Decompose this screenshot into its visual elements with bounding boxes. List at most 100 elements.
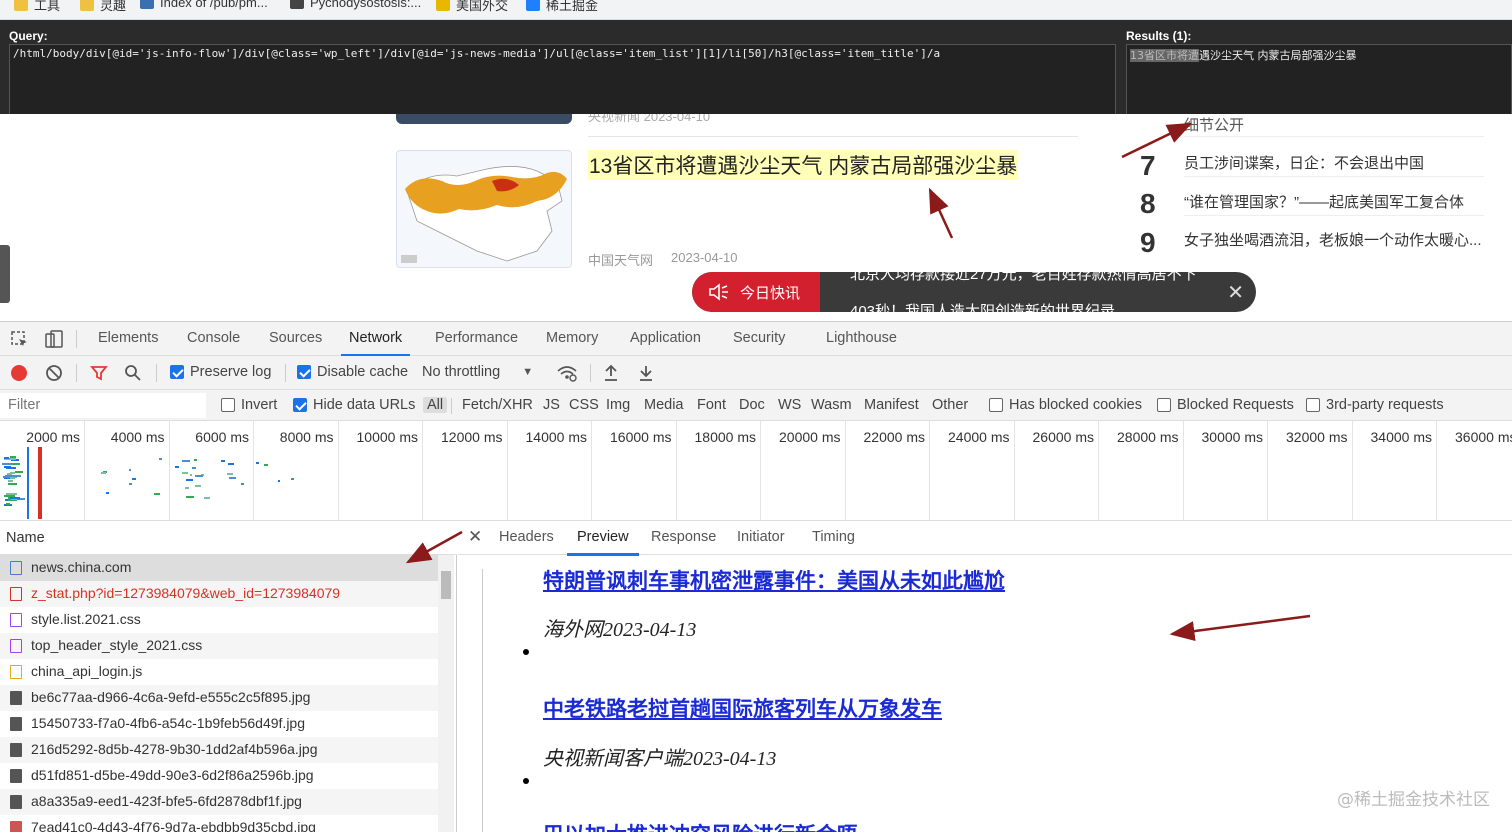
request-row[interactable]: china_api_login.js	[0, 659, 438, 685]
timeline-tick-label: 34000 ms	[1370, 429, 1432, 445]
checkbox-checked	[170, 365, 184, 379]
flash-headline-2[interactable]: 403秒！我国人造太阳创造新的世界纪录	[850, 300, 1115, 312]
hide-data-urls-checkbox[interactable]: Hide data URLs	[293, 397, 415, 413]
list-bullet	[523, 778, 529, 784]
bookmark-us-diplomacy[interactable]: 美国外交	[436, 0, 508, 14]
request-row[interactable]: top_header_style_2021.css	[0, 633, 438, 659]
export-har-icon[interactable]	[638, 364, 654, 382]
tab-elements[interactable]: Elements	[98, 330, 158, 346]
img-file-icon	[10, 691, 22, 705]
tab-network[interactable]: Network	[340, 330, 411, 356]
tab-application[interactable]: Application	[630, 330, 701, 346]
tab-memory[interactable]: Memory	[546, 330, 598, 346]
request-name: 15450733-f7a0-4fb6-a54c-1b9feb56d49f.jpg	[31, 715, 306, 731]
disable-cache-checkbox[interactable]: Disable cache	[297, 364, 408, 380]
type-filter-js[interactable]: JS	[543, 397, 560, 413]
close-icon[interactable]: ✕	[1227, 280, 1244, 305]
tab-initiator[interactable]: Initiator	[737, 529, 785, 545]
close-icon[interactable]: ✕	[468, 527, 482, 547]
search-icon[interactable]	[124, 364, 142, 382]
request-row[interactable]: 7ead41c0-4d43-4f76-9d7a-ebdbb9d35cbd.jpg	[0, 815, 438, 832]
import-har-icon[interactable]	[603, 364, 619, 382]
type-filter-all[interactable]: All	[423, 397, 448, 413]
preview-link-2[interactable]: 中老铁路老挝首趟国际旅客列车从万象发车	[543, 693, 942, 723]
request-row[interactable]: a8a335a9-eed1-423f-bfe5-6fd2878dbf1f.jpg	[0, 789, 438, 815]
tab-console[interactable]: Console	[187, 330, 240, 346]
img-file-icon	[10, 769, 22, 783]
ranking-item-7[interactable]: 员工涉间谍案，日企：不会退出中国	[1184, 152, 1424, 173]
type-filter-media[interactable]: Media	[644, 397, 684, 413]
request-row[interactable]: news.china.com	[0, 555, 438, 581]
ranking-item-6-tail[interactable]: 细节公开	[1184, 114, 1244, 135]
type-filter-other[interactable]: Other	[932, 397, 968, 413]
ranking-number: 7	[1140, 150, 1156, 181]
news-flash-bar[interactable]: 今日快讯 北京人均存款接近27万元，老百姓存款热情高居不下 403秒！我国人造太…	[692, 272, 1256, 312]
preserve-log-checkbox[interactable]: Preserve log	[170, 364, 271, 380]
checkbox-checked	[293, 398, 307, 412]
preview-source-1: 海外网2023-04-13	[543, 619, 697, 641]
type-filter-wasm[interactable]: Wasm	[811, 397, 852, 413]
waterfall-bar	[11, 498, 18, 501]
type-filter-font[interactable]: Font	[697, 397, 726, 413]
clear-icon[interactable]	[45, 364, 63, 382]
results-box[interactable]: 13省区市将遭遇沙尘天气 内蒙古局部强沙尘暴	[1126, 44, 1512, 124]
tab-preview[interactable]: Preview	[567, 529, 639, 556]
bookmark-juejin[interactable]: 稀土掘金	[526, 0, 598, 14]
type-filter-manifest[interactable]: Manifest	[864, 397, 919, 413]
filter-input[interactable]: Filter	[0, 393, 206, 418]
flash-headline-1[interactable]: 北京人均存款接近27万元，老百姓存款热情高居不下	[850, 272, 1197, 284]
bookmark-tools[interactable]: 工具	[14, 0, 60, 14]
query-input[interactable]: /html/body/div[@id='js-info-flow']/div[@…	[9, 44, 1116, 124]
request-row[interactable]: z_stat.php?id=1273984079&web_id=12739840…	[0, 581, 438, 607]
result-text: 遇沙尘天气 内蒙古局部强沙尘暴	[1199, 49, 1357, 62]
bookmark-lingqu[interactable]: 灵趣	[80, 0, 126, 14]
request-row[interactable]: 216d5292-8d5b-4278-9b30-1dd2af4b596a.jpg	[0, 737, 438, 763]
type-filter-fetch-xhr[interactable]: Fetch/XHR	[462, 397, 533, 413]
preview-link-1[interactable]: 特朗普讽刺车事机密泄露事件：美国从未如此尴尬	[543, 569, 1005, 595]
waterfall-bar	[226, 472, 234, 475]
request-list-scrollbar[interactable]	[438, 555, 454, 832]
waterfall-bar	[129, 469, 132, 472]
bookmark-pycnodysostosis[interactable]: Pycnodysostosis:...	[290, 0, 421, 10]
has-blocked-cookies-checkbox[interactable]: Has blocked cookies	[989, 397, 1142, 413]
request-row[interactable]: 15450733-f7a0-4fb6-a54c-1b9feb56d49f.jpg	[0, 711, 438, 737]
name-column-header[interactable]: Name	[0, 521, 457, 555]
type-filter-ws[interactable]: WS	[778, 397, 801, 413]
tab-performance[interactable]: Performance	[435, 330, 518, 346]
tab-sources[interactable]: Sources	[269, 330, 322, 346]
tab-security[interactable]: Security	[733, 330, 785, 346]
type-filter-img[interactable]: Img	[606, 397, 630, 413]
ranking-item-8[interactable]: “谁在管理国家？”——起底美国军工复合体	[1184, 191, 1464, 212]
request-row[interactable]: d51fd851-d5be-49dd-90e3-6d2f86a2596b.jpg	[0, 763, 438, 789]
article-thumbnail-map[interactable]	[396, 150, 572, 268]
preview-link-3[interactable]: 巴以加大推进冲突风险进行新会晤	[543, 819, 858, 832]
record-icon[interactable]	[11, 365, 27, 381]
filter-icon[interactable]	[90, 364, 108, 382]
previous-article-thumbnail[interactable]	[396, 114, 572, 124]
tab-lighthouse[interactable]: Lighthouse	[826, 330, 897, 346]
invert-checkbox[interactable]: Invert	[221, 397, 277, 413]
type-filter-doc[interactable]: Doc	[739, 397, 765, 413]
scrollbar-thumb[interactable]	[441, 571, 451, 599]
ranking-item-9[interactable]: 女子独坐喝酒流泪，老板娘一个动作太暖心...	[1184, 230, 1484, 252]
article-title-link[interactable]: 13省区市将遭遇沙尘天气 内蒙古局部强沙尘暴	[588, 150, 1019, 180]
tab-response[interactable]: Response	[651, 529, 716, 545]
tab-headers[interactable]: Headers	[499, 529, 554, 545]
tab-timing[interactable]: Timing	[812, 529, 855, 545]
timeline-tick-label: 32000 ms	[1286, 429, 1348, 445]
throttling-select[interactable]: No throttling ▼	[422, 364, 533, 380]
blocked-requests-checkbox[interactable]: Blocked Requests	[1157, 397, 1294, 413]
page-scroll-handle[interactable]	[0, 245, 10, 303]
third-party-requests-checkbox[interactable]: 3rd-party requests	[1306, 397, 1444, 413]
network-overview-timeline[interactable]: 2000 ms 4000 ms 6000 ms 8000 ms 10000 ms 1200…	[0, 421, 1512, 521]
request-row[interactable]: style.list.2021.css	[0, 607, 438, 633]
inspect-element-icon[interactable]	[10, 330, 30, 350]
request-row[interactable]: be6c77aa-d966-4c6a-9efd-e555c2c5f895.jpg	[0, 685, 438, 711]
bookmark-index-pub[interactable]: Index of /pub/pm...	[140, 0, 268, 10]
device-toolbar-icon[interactable]	[44, 329, 64, 349]
type-filter-css[interactable]: CSS	[569, 397, 599, 413]
network-conditions-icon[interactable]	[556, 364, 578, 382]
request-name: news.china.com	[31, 559, 132, 575]
waterfall-bar	[228, 463, 235, 466]
request-name: 7ead41c0-4d43-4f76-9d7a-ebdbb9d35cbd.jpg	[31, 819, 316, 832]
